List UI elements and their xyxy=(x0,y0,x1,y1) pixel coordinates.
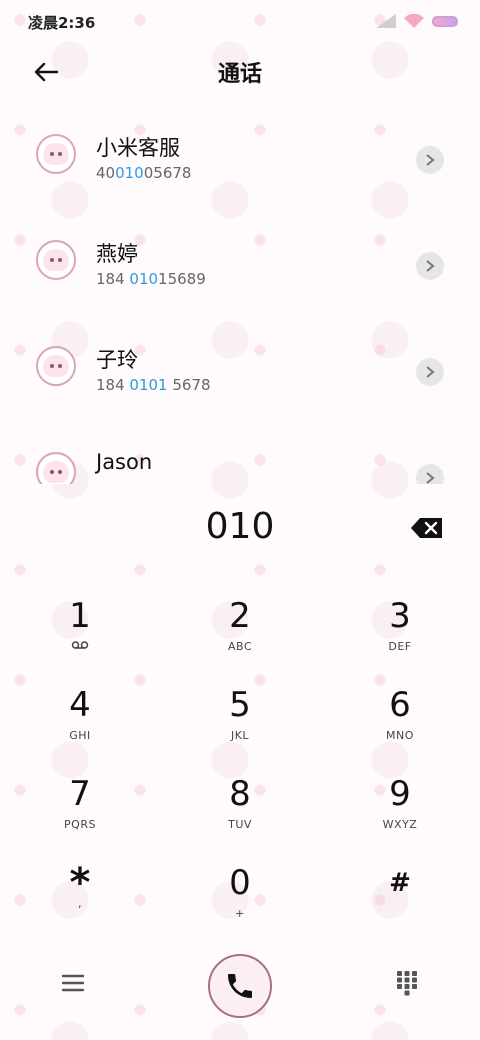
header: 通话 xyxy=(0,44,480,100)
chevron-right-icon xyxy=(426,472,435,484)
key-letters: PQRS xyxy=(64,818,96,831)
contact-number: 184 01015689 xyxy=(96,270,206,288)
avatar xyxy=(36,452,76,484)
number-suffix: 5678 xyxy=(167,376,211,394)
signal-icon xyxy=(376,14,396,28)
wifi-icon xyxy=(404,14,424,28)
key-6[interactable]: 6 MNO xyxy=(340,685,460,765)
contact-number: 4001005678 xyxy=(96,164,191,182)
key-letters: , xyxy=(78,897,82,910)
contact-name: 燕婷 xyxy=(96,242,138,266)
chevron-right-icon xyxy=(426,366,435,378)
key-7[interactable]: 7 PQRS xyxy=(20,774,140,854)
key-5[interactable]: 5 JKL xyxy=(180,685,300,765)
chevron-right-icon xyxy=(426,154,435,166)
page-title: 通话 xyxy=(217,62,262,87)
voicemail-icon xyxy=(71,641,89,649)
phone-icon xyxy=(228,974,252,998)
contact-detail-button[interactable] xyxy=(416,146,444,174)
key-letters: + xyxy=(235,907,245,920)
battery-icon xyxy=(432,15,458,27)
contact-item[interactable]: 子玲 184 0101 5678 xyxy=(0,324,480,424)
contact-detail-button[interactable] xyxy=(416,358,444,386)
backspace-icon[interactable] xyxy=(410,516,444,540)
key-letters: MNO xyxy=(386,729,414,742)
key-0[interactable]: 0 + xyxy=(180,863,300,943)
key-letters: DEF xyxy=(388,640,412,653)
key-digit: 0 xyxy=(229,863,251,903)
avatar-face xyxy=(43,355,69,377)
key-letters: GHI xyxy=(69,729,91,742)
key-digit: 7 xyxy=(69,774,91,814)
contact-detail-button[interactable] xyxy=(416,252,444,280)
number-prefix: 40 xyxy=(96,164,116,182)
bottom-bar xyxy=(0,950,480,1022)
key-letters xyxy=(20,640,140,654)
avatar-face xyxy=(43,249,69,271)
contact-name: Jason xyxy=(96,450,153,474)
key-letters: JKL xyxy=(230,729,250,742)
number-match: 010 xyxy=(115,164,144,182)
key-2[interactable]: 2 ABC xyxy=(180,596,300,676)
key-digit: # xyxy=(389,868,411,898)
key-digit: 3 xyxy=(389,596,411,636)
number-suffix: 15689 xyxy=(158,270,206,288)
key-4[interactable]: 4 GHI xyxy=(20,685,140,765)
dial-input-row: 010 xyxy=(0,492,480,564)
menu-icon[interactable] xyxy=(60,972,86,994)
status-time: 凌晨2:36 xyxy=(28,14,96,32)
avatar xyxy=(36,346,76,386)
status-icons xyxy=(376,14,458,28)
key-letters: WXYZ xyxy=(382,818,418,831)
call-button[interactable] xyxy=(208,954,272,1018)
status-bar: 凌晨2:36 xyxy=(0,0,480,44)
key-3[interactable]: 3 DEF xyxy=(340,596,460,676)
number-match: 010 xyxy=(129,270,159,288)
avatar-face xyxy=(43,461,69,483)
contact-list: 小米客服 4001005678 燕婷 184 01015689 子玲 184 0… xyxy=(0,112,480,484)
contact-detail-button[interactable] xyxy=(416,464,444,484)
contact-item[interactable]: 小米客服 4001005678 xyxy=(0,112,480,212)
number-match: 0101 xyxy=(129,376,168,394)
key-hash[interactable]: # xyxy=(340,863,460,943)
dialpad-icon[interactable] xyxy=(396,970,418,996)
key-digit: 5 xyxy=(229,685,251,725)
number-prefix: 184 xyxy=(96,376,130,394)
key-digit: 1 xyxy=(69,596,91,636)
chevron-right-icon xyxy=(426,260,435,272)
key-digit: 9 xyxy=(389,774,411,814)
key-digit: 2 xyxy=(229,596,251,636)
avatar-face xyxy=(43,143,69,165)
key-digit: 8 xyxy=(229,774,251,814)
contact-number: 184 0101 5678 xyxy=(96,376,211,394)
key-letters: TUV xyxy=(228,818,252,831)
key-digit: 6 xyxy=(389,685,411,725)
contact-name: 子玲 xyxy=(96,348,138,372)
avatar xyxy=(36,240,76,280)
number-prefix: 184 xyxy=(96,270,130,288)
key-letters xyxy=(340,907,460,921)
key-9[interactable]: 9 WXYZ xyxy=(340,774,460,854)
avatar xyxy=(36,134,76,174)
contact-name: 小米客服 xyxy=(96,136,180,160)
contact-item[interactable]: Jason xyxy=(0,430,480,484)
key-star[interactable]: * , xyxy=(20,863,140,943)
key-8[interactable]: 8 TUV xyxy=(180,774,300,854)
contact-item[interactable]: 燕婷 184 01015689 xyxy=(0,218,480,318)
dial-input[interactable]: 010 xyxy=(0,506,480,547)
key-digit: 4 xyxy=(69,685,91,725)
key-letters: ABC xyxy=(227,640,253,653)
key-1[interactable]: 1 xyxy=(20,596,140,676)
number-suffix: 05678 xyxy=(143,164,192,182)
